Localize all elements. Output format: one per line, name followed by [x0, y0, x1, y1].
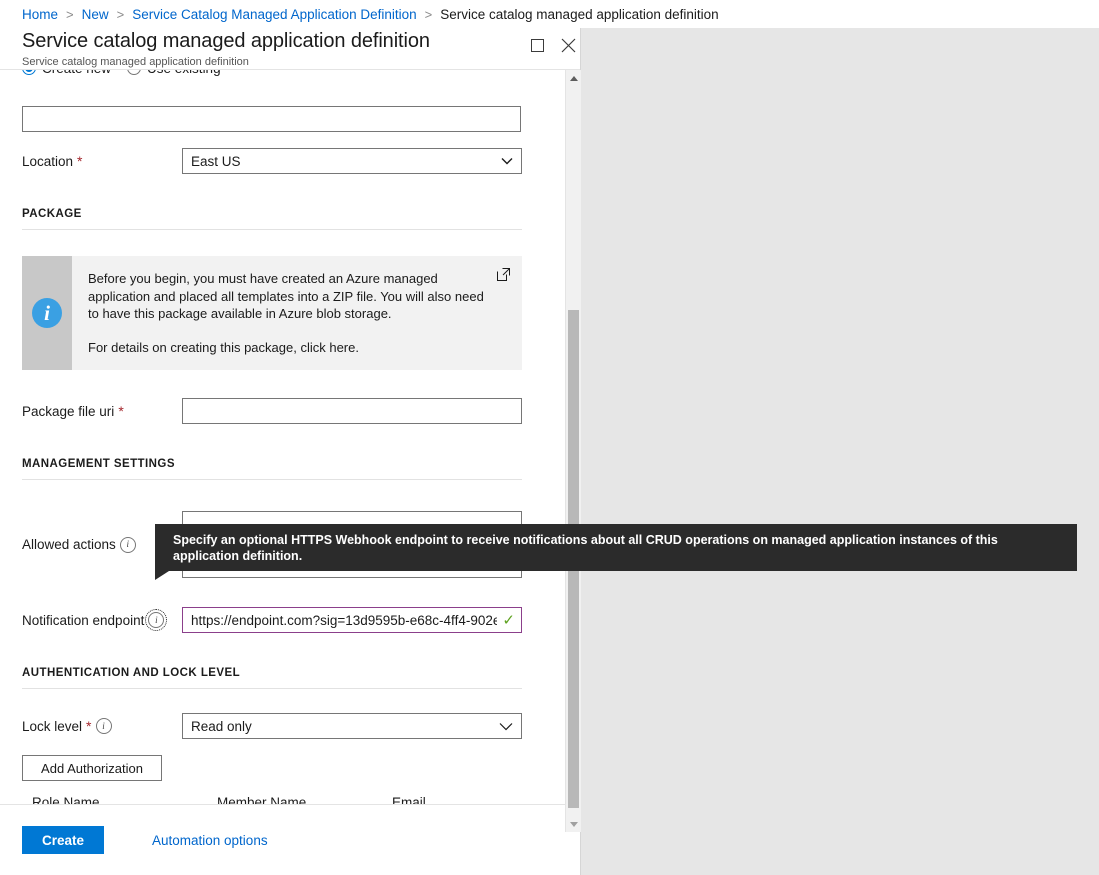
page-subtitle: Service catalog managed application defi…: [22, 56, 249, 68]
breadcrumb-separator: >: [66, 7, 74, 22]
notification-endpoint-input[interactable]: [182, 607, 522, 633]
info-icon: i: [32, 298, 62, 328]
info-banner-paragraph-1: Before you begin, you must have created …: [88, 270, 488, 323]
package-file-uri-input[interactable]: [182, 398, 522, 424]
allowed-actions-info-icon[interactable]: i: [120, 537, 136, 553]
breadcrumb-item-new[interactable]: New: [82, 7, 109, 22]
notification-endpoint-row: Notification endpoint i ✓: [0, 607, 545, 633]
info-banner-paragraph-2: For details on creating this package, cl…: [88, 339, 488, 357]
scroll-down-arrow-icon[interactable]: [566, 816, 581, 832]
radio-use-existing-circle[interactable]: [127, 70, 141, 75]
maximize-icon[interactable]: [524, 32, 550, 58]
notification-endpoint-input-wrap: ✓: [182, 607, 522, 633]
blade-scrollbar[interactable]: [565, 70, 581, 832]
radio-create-new-circle[interactable]: [22, 70, 36, 75]
blade-header: Service catalog managed application defi…: [0, 28, 580, 70]
tooltip-text: Specify an optional HTTPS Webhook endpoi…: [173, 532, 1059, 564]
add-authorization-button[interactable]: Add Authorization: [22, 755, 162, 781]
lock-level-info-icon[interactable]: i: [96, 718, 112, 734]
radio-create-new-label: Create new: [42, 70, 111, 76]
location-select[interactable]: East US: [182, 148, 522, 174]
lock-level-select[interactable]: Read only: [182, 713, 522, 739]
notification-endpoint-label-wrap: Notification endpoint i: [22, 612, 182, 628]
scroll-up-arrow-icon[interactable]: [566, 70, 581, 86]
notification-endpoint-label: Notification endpoint: [22, 613, 144, 628]
location-label-wrap: Location *: [22, 153, 182, 169]
package-file-uri-row: Package file uri *: [0, 398, 545, 424]
radio-use-existing[interactable]: Use existing: [127, 70, 221, 76]
radio-create-new[interactable]: Create new: [22, 70, 111, 76]
lock-level-required-asterisk: *: [86, 718, 91, 734]
auth-section-header: AUTHENTICATION AND LOCK LEVEL: [22, 667, 522, 689]
lock-level-label-wrap: Lock level * i: [22, 718, 182, 734]
package-section-title: PACKAGE: [22, 208, 522, 220]
close-icon[interactable]: [555, 32, 581, 58]
management-section-header: MANAGEMENT SETTINGS: [22, 458, 522, 480]
allowed-actions-label: Allowed actions: [22, 537, 116, 552]
package-file-uri-label: Package file uri: [22, 404, 114, 419]
section-divider: [22, 479, 522, 480]
package-section-header: PACKAGE: [22, 208, 522, 230]
breadcrumb-item-service-catalog-managed-application-definition[interactable]: Service Catalog Managed Application Defi…: [132, 7, 416, 22]
blade-footer: Create Automation options: [0, 804, 580, 875]
breadcrumb-separator: >: [117, 7, 125, 22]
info-banner-icon-column: i: [22, 256, 72, 370]
location-select-wrap: East US: [182, 148, 522, 174]
page-title: Service catalog managed application defi…: [22, 30, 430, 53]
create-button[interactable]: Create: [22, 826, 104, 854]
location-row: Location * East US: [0, 148, 545, 174]
section-divider: [22, 229, 522, 230]
info-banner-text: Before you begin, you must have created …: [72, 256, 522, 370]
notification-endpoint-info-icon[interactable]: i: [148, 612, 164, 628]
breadcrumb-item-current: Service catalog managed application defi…: [440, 7, 718, 22]
lock-level-select-wrap: Read only: [182, 713, 522, 739]
package-file-uri-label-wrap: Package file uri *: [22, 403, 182, 419]
external-link-icon[interactable]: [497, 268, 510, 284]
management-section-title: MANAGEMENT SETTINGS: [22, 458, 522, 470]
notification-endpoint-tooltip: Specify an optional HTTPS Webhook endpoi…: [155, 524, 1077, 571]
breadcrumb: Home > New > Service Catalog Managed App…: [0, 0, 1099, 28]
tooltip-tail: [155, 571, 169, 580]
lock-level-label: Lock level: [22, 719, 82, 734]
package-info-banner: i Before you begin, you must have create…: [22, 256, 522, 370]
automation-options-link[interactable]: Automation options: [152, 833, 268, 848]
radio-use-existing-label: Use existing: [147, 70, 221, 76]
add-authorization-row: Add Authorization: [0, 755, 545, 781]
breadcrumb-item-home[interactable]: Home: [22, 7, 58, 22]
package-file-uri-required-asterisk: *: [118, 403, 123, 419]
section-divider: [22, 688, 522, 689]
resource-group-name-input[interactable]: [22, 106, 521, 132]
blade-scroll-body: Create new Use existing Location *: [0, 70, 580, 832]
location-required-asterisk: *: [77, 153, 82, 169]
create-form: Create new Use existing Location *: [0, 70, 545, 832]
resource-group-radio-group[interactable]: Create new Use existing: [0, 70, 545, 80]
breadcrumb-separator: >: [425, 7, 433, 22]
auth-section-title: AUTHENTICATION AND LOCK LEVEL: [22, 667, 522, 679]
resource-group-name-row: [0, 80, 545, 132]
lock-level-row: Lock level * i Read only: [0, 713, 545, 739]
location-label: Location: [22, 154, 73, 169]
create-blade: Service catalog managed application defi…: [0, 28, 581, 875]
